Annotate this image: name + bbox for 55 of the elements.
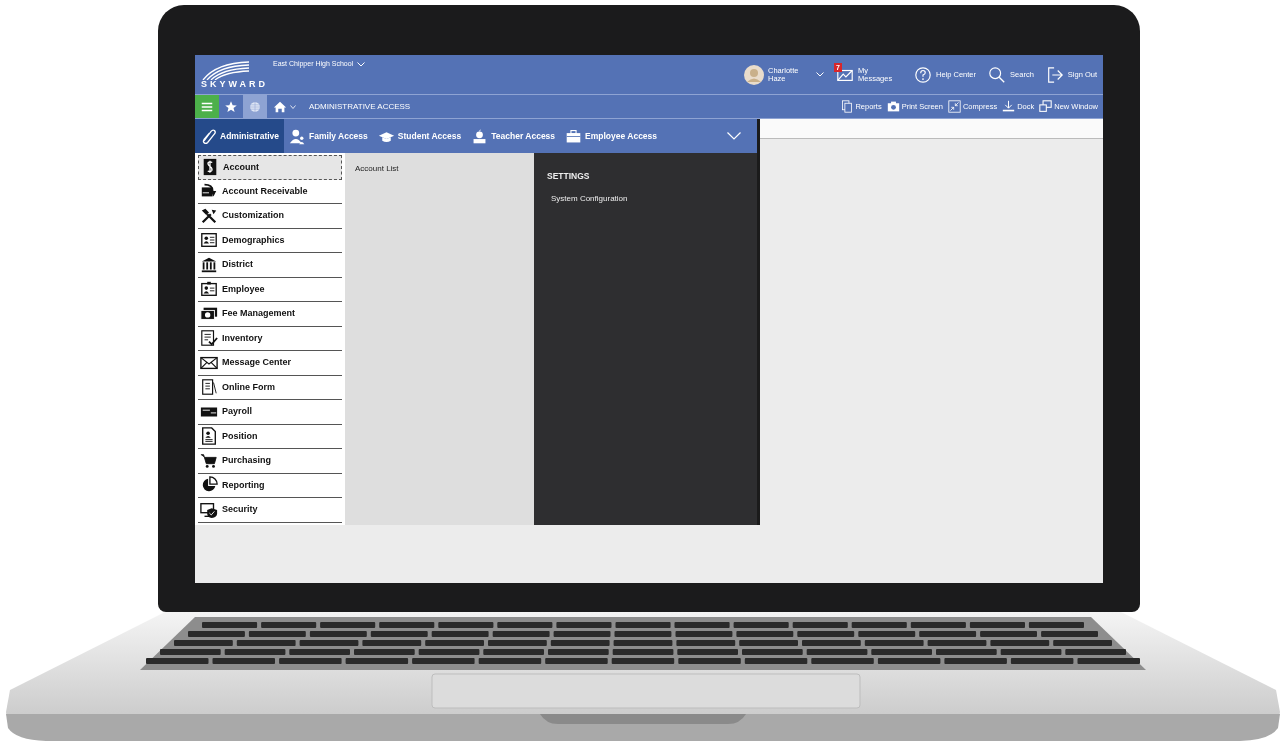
- camera-icon: [886, 100, 900, 113]
- avatar-icon: [744, 64, 764, 85]
- module-tab[interactable]: Administrative: [195, 119, 285, 153]
- sidebar-item[interactable]: Fee Management: [198, 302, 342, 327]
- profile-document-icon: [200, 427, 218, 446]
- search-icon: [988, 65, 1007, 84]
- sidebar-item[interactable]: Demographics: [198, 228, 342, 253]
- globe-icon: [248, 99, 262, 114]
- sidebar-item[interactable]: Employee: [198, 277, 342, 302]
- badge-card-icon: [200, 280, 218, 299]
- sign-out-icon: [1045, 65, 1064, 84]
- submenu-link[interactable]: Account List: [355, 163, 524, 175]
- building-columns-icon: [200, 255, 218, 274]
- document-icon: [200, 378, 218, 397]
- sidebar-item[interactable]: Account Receivable: [198, 179, 342, 204]
- module-tab[interactable]: Employee Access: [560, 119, 663, 153]
- sidebar-item[interactable]: Message Center: [198, 351, 342, 376]
- checklist-icon: [200, 329, 218, 348]
- sidebar-item[interactable]: Payroll: [198, 400, 342, 425]
- sidebar-item[interactable]: Security: [198, 498, 342, 523]
- sidebar-item[interactable]: Account: [198, 155, 342, 180]
- sidebar-item[interactable]: District: [198, 253, 342, 278]
- star-icon: [224, 99, 238, 114]
- caret-down-icon: [289, 104, 296, 109]
- settings-link[interactable]: System Configuration: [551, 193, 628, 205]
- tools-icon: [200, 206, 218, 225]
- compress-icon: [947, 100, 961, 113]
- download-tray-icon: [1002, 100, 1016, 113]
- chevron-down-icon: [816, 72, 824, 77]
- cart-icon: [200, 451, 218, 470]
- module-tab[interactable]: Student Access: [372, 119, 467, 153]
- help-icon: [914, 65, 932, 84]
- dollar-notebook-icon: [201, 158, 219, 177]
- copy-icon: [840, 100, 854, 113]
- id-card-icon: [200, 231, 218, 250]
- sidebar-item[interactable]: Online Form: [198, 375, 342, 400]
- breadcrumb-title: ADMINISTRATIVE ACCESS: [308, 100, 411, 113]
- module-tab[interactable]: Teacher Access: [466, 119, 561, 153]
- module-tab[interactable]: Family Access: [284, 119, 373, 153]
- sidebar-item[interactable]: Reporting: [198, 473, 342, 498]
- sidebar-item[interactable]: Inventory: [198, 326, 342, 351]
- shield-monitor-icon: [200, 500, 218, 519]
- menu-button[interactable]: [195, 95, 219, 118]
- windows-icon: [1039, 100, 1053, 113]
- briefcase-icon: [565, 127, 583, 145]
- settings-heading: SETTINGS: [547, 170, 590, 183]
- swoosh-icon: [201, 60, 251, 80]
- family-icon: [289, 127, 307, 145]
- sidebar-item[interactable]: Customization: [198, 204, 342, 229]
- chevron-down-icon: [357, 61, 366, 67]
- sidebar-item[interactable]: Purchasing: [198, 449, 342, 474]
- chevron-down-icon: [727, 132, 741, 140]
- sidebar-item[interactable]: Position: [198, 424, 342, 449]
- home-icon: [272, 99, 287, 114]
- paperclip-icon: [200, 127, 217, 145]
